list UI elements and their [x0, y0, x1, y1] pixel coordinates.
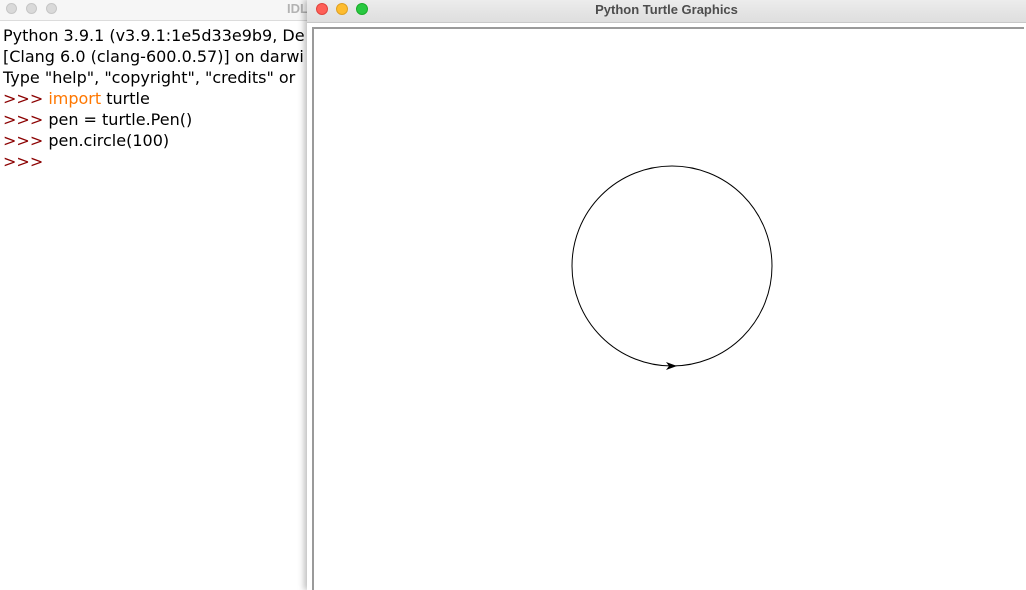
command-text: pen = turtle.Pen(): [48, 110, 193, 129]
shell-prompt: >>>: [3, 110, 49, 129]
command-line: >>> pen.circle(100): [3, 130, 323, 151]
banner-line: Type "help", "copyright", "credits" or: [3, 68, 296, 87]
shell-output[interactable]: Python 3.9.1 (v3.9.1:1e5d33e9b9, De [Cla…: [3, 25, 323, 172]
drawn-circle: [571, 165, 773, 367]
idle-titlebar[interactable]: IDL: [0, 0, 330, 21]
idle-shell-window: IDL Python 3.9.1 (v3.9.1:1e5d33e9b9, De …: [0, 0, 330, 590]
zoom-icon[interactable]: [46, 3, 57, 14]
turtle-graphics-window: Python Turtle Graphics: [307, 0, 1026, 590]
turtle-canvas[interactable]: [314, 29, 1024, 590]
shell-prompt: >>>: [3, 131, 49, 150]
banner-line: [Clang 6.0 (clang-600.0.57)] on darwi: [3, 47, 304, 66]
turtle-canvas-frame: [312, 27, 1024, 590]
keyword-import: import: [48, 89, 102, 108]
command-line-active[interactable]: >>>: [3, 151, 323, 172]
idle-window-title: IDL: [287, 1, 308, 16]
turtle-titlebar[interactable]: Python Turtle Graphics: [307, 0, 1026, 23]
banner-line: Python 3.9.1 (v3.9.1:1e5d33e9b9, De: [3, 26, 305, 45]
minimize-icon[interactable]: [26, 3, 37, 14]
turtle-window-title: Python Turtle Graphics: [595, 2, 738, 17]
close-icon[interactable]: [6, 3, 17, 14]
shell-prompt: >>>: [3, 152, 44, 171]
command-text: turtle: [101, 89, 150, 108]
command-line: >>> import turtle: [3, 88, 323, 109]
command-line: >>> pen = turtle.Pen(): [3, 109, 323, 130]
shell-prompt: >>>: [3, 89, 49, 108]
command-text: pen.circle(100): [48, 131, 170, 150]
